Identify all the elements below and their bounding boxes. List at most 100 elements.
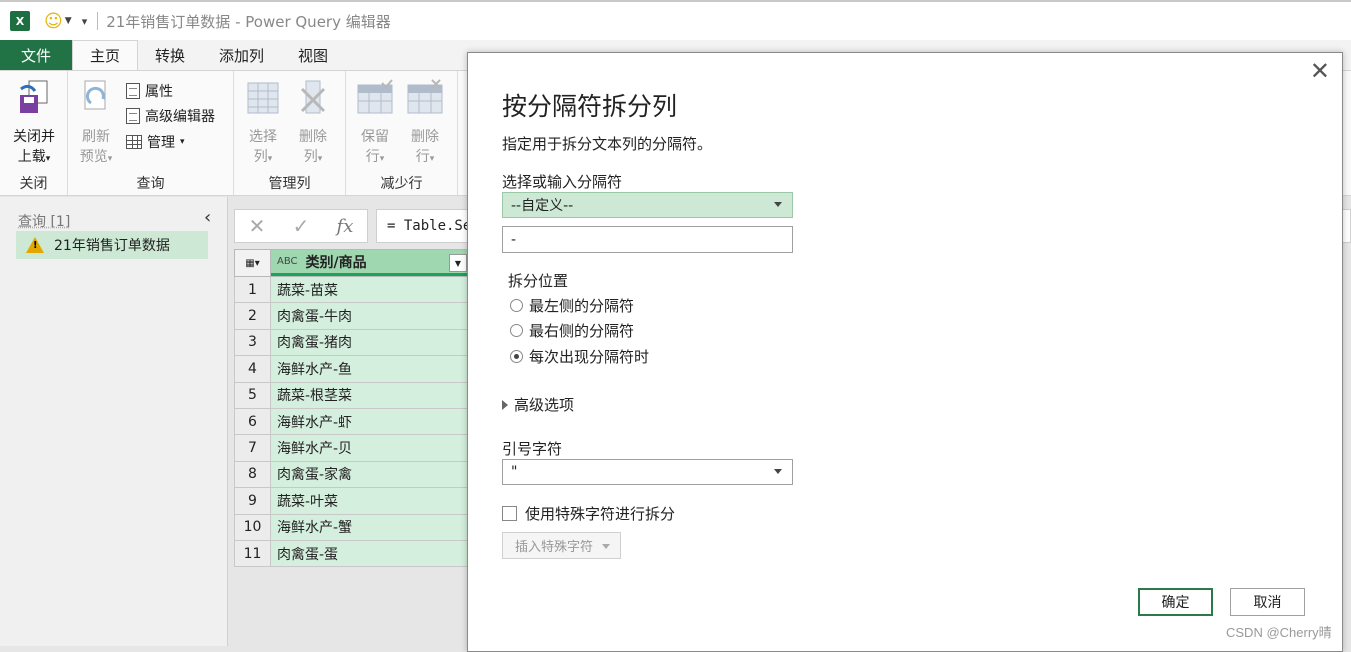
row-number[interactable]: 5 <box>235 382 271 409</box>
chevron-down-icon: ▾ <box>267 154 273 164</box>
column-header-label: 类别/商品 <box>305 254 367 271</box>
watermark: CSDN @Cherry晴 <box>1226 625 1332 640</box>
row-number[interactable]: 7 <box>235 435 271 462</box>
close-load-label-1: 关闭并 <box>13 129 55 145</box>
group-label-query: 查询 <box>136 176 165 192</box>
table-cell[interactable]: 海鲜水产-蟹 <box>271 514 470 541</box>
table-cell[interactable]: 海鲜水产-虾 <box>271 408 470 436</box>
column-header[interactable]: ABC 类别/商品 ▼ <box>271 250 469 276</box>
row-number[interactable]: 8 <box>235 461 271 489</box>
refresh-label-1: 刷新 <box>82 129 110 145</box>
radio-each-occurrence[interactable]: 每次出现分隔符时 <box>510 346 649 367</box>
table-cell[interactable]: 蔬菜-根茎菜 <box>271 382 470 409</box>
advanced-editor-label: 高级编辑器 <box>145 109 215 125</box>
properties-button[interactable]: 属性 <box>126 81 173 101</box>
radio-rightmost-label: 最右侧的分隔符 <box>529 322 635 340</box>
table-cell[interactable]: 肉禽蛋-猪肉 <box>271 329 470 357</box>
ribbon-group-reduce-rows: 保留 行▾ 删除 行▾ 减少行 <box>346 71 458 197</box>
ok-button[interactable]: 确定 <box>1138 588 1213 616</box>
table-cell[interactable]: 蔬菜-叶菜 <box>271 488 470 515</box>
remove-rows-button[interactable]: 删除 行▾ <box>402 79 448 169</box>
keep-rows-button[interactable]: 保留 行▾ <box>352 79 398 169</box>
warning-icon <box>26 237 44 253</box>
chevron-down-icon <box>774 202 782 207</box>
remove-columns-label-1: 删除 <box>299 129 327 145</box>
properties-label: 属性 <box>145 84 173 100</box>
table-menu-icon[interactable]: ▦▾ <box>235 250 271 276</box>
row-number[interactable]: 3 <box>235 329 271 357</box>
choose-columns-button[interactable]: 选择 列▾ <box>240 79 286 169</box>
data-grid: ▦▾ ABC 类别/商品 ▼ 1 蔬菜-苗菜 2 肉禽蛋-牛肉 3 肉禽蛋-猪肉 4 海鲜水产… <box>234 249 470 568</box>
fx-icon[interactable]: fx <box>337 216 354 237</box>
title-bar: X ☺ ▼ ▾ 21年销售订单数据 - Power Query 编辑器 <box>0 0 1351 40</box>
chevron-down-icon <box>774 469 782 474</box>
chevron-down-icon[interactable]: ▼ <box>65 16 72 26</box>
table-row[interactable]: 5 蔬菜-根茎菜 <box>234 382 470 409</box>
smiley-feedback-icon[interactable]: ☺ <box>44 11 63 32</box>
table-row[interactable]: 1 蔬菜-苗菜 <box>234 277 470 304</box>
special-chars-checkbox[interactable] <box>502 506 517 521</box>
remove-rows-label-1: 删除 <box>411 129 439 145</box>
radio-button[interactable] <box>510 324 523 337</box>
row-number[interactable]: 9 <box>235 488 271 515</box>
query-item[interactable]: 21年销售订单数据 <box>16 231 208 259</box>
cancel-button[interactable]: 取消 <box>1230 588 1305 616</box>
table-row[interactable]: 10 海鲜水产-蟹 <box>234 514 470 541</box>
customize-toolbar-icon[interactable]: ▾ <box>82 15 88 28</box>
table-row[interactable]: 8 肉禽蛋-家禽 <box>234 461 470 489</box>
grid-header: ▦▾ ABC 类别/商品 ▼ <box>234 249 470 277</box>
group-label-close: 关闭 <box>19 176 48 192</box>
row-number[interactable]: 1 <box>235 277 271 304</box>
remove-columns-button[interactable]: 删除 列▾ <box>290 79 336 169</box>
delimiter-dropdown[interactable]: --自定义-- <box>502 192 793 218</box>
close-and-load-button[interactable]: 关闭并 上载▾ <box>8 79 60 169</box>
tab-add-column[interactable]: 添加列 <box>202 40 281 70</box>
text-type-icon[interactable]: ABC <box>277 256 298 267</box>
table-cell[interactable]: 肉禽蛋-牛肉 <box>271 303 470 330</box>
table-row[interactable]: 2 肉禽蛋-牛肉 <box>234 303 470 330</box>
confirm-formula-icon[interactable]: ✓ <box>293 214 310 238</box>
remove-columns-label-2: 列 <box>303 149 318 165</box>
table-row[interactable]: 4 海鲜水产-鱼 <box>234 356 470 383</box>
table-row[interactable]: 9 蔬菜-叶菜 <box>234 488 470 515</box>
grid-rows: 1 蔬菜-苗菜 2 肉禽蛋-牛肉 3 肉禽蛋-猪肉 4 海鲜水产-鱼 5 蔬菜-根茎菜 6 海鲜水产-… <box>234 277 470 568</box>
advanced-editor-button[interactable]: 高级编辑器 <box>126 106 215 126</box>
choose-columns-label-1: 选择 <box>249 129 277 145</box>
filter-dropdown-icon[interactable]: ▼ <box>449 254 467 272</box>
tab-file[interactable]: 文件 <box>0 40 72 70</box>
row-number[interactable]: 2 <box>235 303 271 330</box>
table-row[interactable]: 7 海鲜水产-贝 <box>234 435 470 462</box>
row-number[interactable]: 4 <box>235 356 271 383</box>
tab-transform[interactable]: 转换 <box>138 40 202 70</box>
manage-button[interactable]: 管理 ▾ <box>126 132 185 152</box>
row-number[interactable]: 11 <box>235 540 271 568</box>
radio-leftmost[interactable]: 最左侧的分隔符 <box>510 295 634 316</box>
chevron-down-icon <box>602 544 610 549</box>
table-row[interactable]: 6 海鲜水产-虾 <box>234 408 470 436</box>
special-chars-checkbox-row[interactable]: 使用特殊字符进行拆分 <box>502 503 675 524</box>
row-number[interactable]: 6 <box>235 408 271 436</box>
tab-home[interactable]: 主页 <box>72 40 139 70</box>
refresh-preview-button[interactable]: 刷新 预览▾ <box>72 79 120 169</box>
row-number[interactable]: 10 <box>235 514 271 541</box>
radio-button[interactable] <box>510 299 523 312</box>
quote-char-dropdown[interactable]: " <box>502 459 793 485</box>
advanced-editor-icon <box>126 108 140 124</box>
tab-view[interactable]: 视图 <box>281 40 345 70</box>
table-row[interactable]: 11 肉禽蛋-蛋 <box>234 540 470 568</box>
radio-button-selected[interactable] <box>510 350 523 363</box>
table-row[interactable]: 3 肉禽蛋-猪肉 <box>234 329 470 357</box>
queries-pane-title: 查询 [1] <box>18 214 71 230</box>
advanced-options-toggle[interactable]: 高级选项 <box>502 394 574 415</box>
delimiter-input[interactable]: - <box>502 226 793 253</box>
table-cell[interactable]: 肉禽蛋-家禽 <box>271 461 470 489</box>
table-cell[interactable]: 海鲜水产-贝 <box>271 435 470 462</box>
table-cell[interactable]: 蔬菜-苗菜 <box>271 277 470 304</box>
radio-rightmost[interactable]: 最右侧的分隔符 <box>510 320 634 341</box>
cancel-formula-icon[interactable]: ✕ <box>249 214 266 238</box>
collapse-pane-icon[interactable]: ‹ <box>204 207 211 228</box>
manage-label: 管理 <box>147 135 175 151</box>
table-cell[interactable]: 肉禽蛋-蛋 <box>271 540 470 568</box>
table-cell[interactable]: 海鲜水产-鱼 <box>271 356 470 383</box>
close-icon[interactable]: ✕ <box>1310 57 1330 85</box>
